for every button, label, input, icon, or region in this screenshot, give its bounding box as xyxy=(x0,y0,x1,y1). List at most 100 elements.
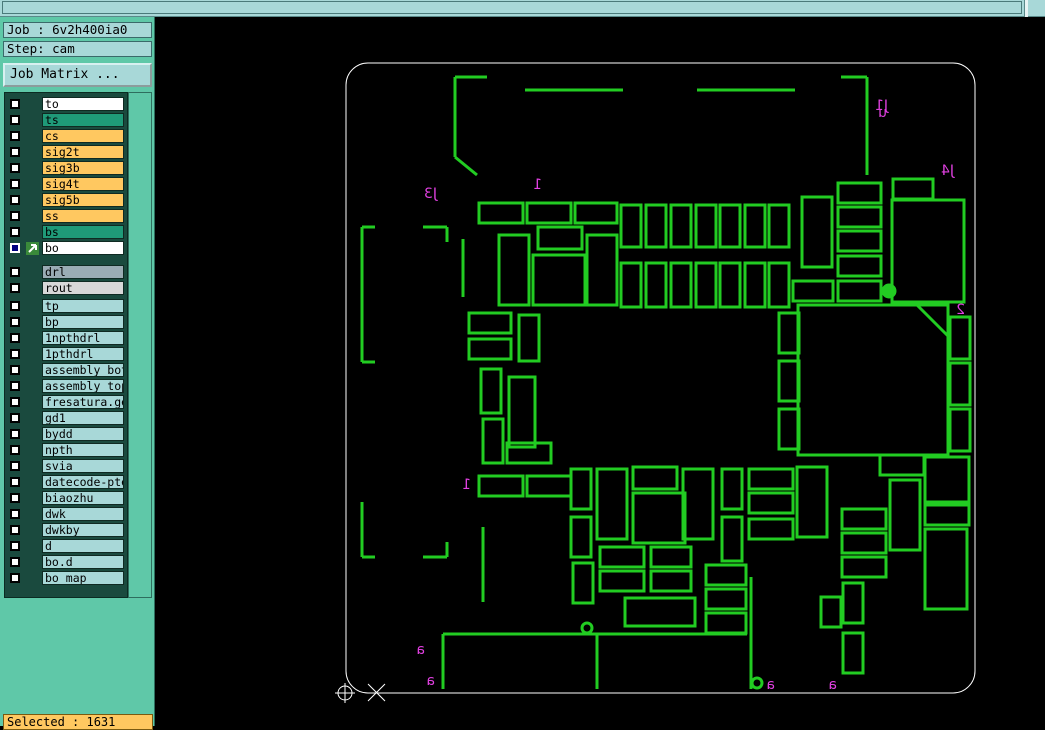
layer-name[interactable]: bp xyxy=(42,315,124,329)
layer-name[interactable]: bo_map xyxy=(42,571,124,585)
layer-name[interactable]: npth xyxy=(42,443,124,457)
layer-row-dwk[interactable]: dwk xyxy=(7,507,127,522)
layer-name[interactable]: bo.d xyxy=(42,555,124,569)
layer-row-sig2t[interactable]: sig2t xyxy=(7,145,127,160)
layer-row-sig3b[interactable]: sig3b xyxy=(7,161,127,176)
layer-name[interactable]: cs xyxy=(42,129,124,143)
top-toolbar xyxy=(0,0,1045,17)
pad-outline xyxy=(644,261,668,309)
layer-name[interactable]: assembly_bot xyxy=(42,363,124,377)
layer-checkbox[interactable] xyxy=(10,557,20,567)
layer-row-npth[interactable]: npth xyxy=(7,443,127,458)
layer-name[interactable]: dwk xyxy=(42,507,124,521)
layer-row-d[interactable]: d xyxy=(7,539,127,554)
layer-checkbox[interactable] xyxy=(10,509,20,519)
job-matrix-button[interactable]: Job Matrix ... xyxy=(3,63,152,87)
pad-outline xyxy=(836,279,883,303)
layer-name[interactable]: 1npthdrl xyxy=(42,331,124,345)
layer-name[interactable]: drl xyxy=(42,265,124,279)
layer-row-sig4t[interactable]: sig4t xyxy=(7,177,127,192)
layer-row-bo-map[interactable]: bo_map xyxy=(7,571,127,586)
layer-row-1npthdrl[interactable]: 1npthdrl xyxy=(7,331,127,346)
layer-name[interactable]: sig4t xyxy=(42,177,124,191)
layer-name[interactable]: sig5b xyxy=(42,193,124,207)
layer-checkbox[interactable] xyxy=(10,413,20,423)
layer-row-sig5b[interactable]: sig5b xyxy=(7,193,127,208)
layer-checkbox[interactable] xyxy=(10,147,20,157)
layer-row-gd1[interactable]: gd1 xyxy=(7,411,127,426)
layer-row-fresatura-ge[interactable]: fresatura.ge xyxy=(7,395,127,410)
layer-row-assembly-bot[interactable]: assembly_bot xyxy=(7,363,127,378)
layer-row-tp[interactable]: tp xyxy=(7,299,127,314)
layer-name[interactable]: bs xyxy=(42,225,124,239)
command-field[interactable] xyxy=(2,1,1022,14)
pad-outline xyxy=(878,453,926,477)
layer-row-bs[interactable]: bs xyxy=(7,225,127,240)
layer-checkbox[interactable] xyxy=(10,317,20,327)
layer-checkbox[interactable] xyxy=(10,195,20,205)
graphics-canvas[interactable]: J1J4J3121aa a au xyxy=(157,17,1045,726)
layer-row-ss[interactable]: ss xyxy=(7,209,127,224)
layer-row-to[interactable]: to xyxy=(7,97,127,112)
layer-name[interactable]: sig3b xyxy=(42,161,124,175)
layer-row-dwkby[interactable]: dwkby xyxy=(7,523,127,538)
layer-list-scroll-area[interactable] xyxy=(128,92,152,598)
layer-row-bydd[interactable]: bydd xyxy=(7,427,127,442)
layer-row-biaozhu[interactable]: biaozhu xyxy=(7,491,127,506)
pad-outline xyxy=(479,367,503,415)
layer-name[interactable]: assembly_top xyxy=(42,379,124,393)
layer-row-1pthdrl[interactable]: 1pthdrl xyxy=(7,347,127,362)
layer-checkbox[interactable] xyxy=(10,573,20,583)
layer-checkbox[interactable] xyxy=(10,333,20,343)
layer-checkbox[interactable] xyxy=(10,115,20,125)
layer-row-bo[interactable]: bo xyxy=(7,241,127,256)
layer-checkbox[interactable] xyxy=(10,365,20,375)
layer-row-bp[interactable]: bp xyxy=(7,315,127,330)
layer-checkbox[interactable] xyxy=(10,267,20,277)
layer-checkbox[interactable] xyxy=(10,461,20,471)
layer-name[interactable]: datecode-pte xyxy=(42,475,124,489)
layer-row-assembly-top[interactable]: assembly_top xyxy=(7,379,127,394)
layer-checkbox[interactable] xyxy=(10,445,20,455)
layer-name[interactable]: ts xyxy=(42,113,124,127)
layer-checkbox[interactable] xyxy=(10,163,20,173)
layer-name[interactable]: bydd xyxy=(42,427,124,441)
layer-name[interactable]: biaozhu xyxy=(42,491,124,505)
layer-checkbox[interactable] xyxy=(10,99,20,109)
layer-name[interactable]: gd1 xyxy=(42,411,124,425)
layer-row-drl[interactable]: drl xyxy=(7,265,127,280)
layer-name[interactable]: sig2t xyxy=(42,145,124,159)
layer-checkbox[interactable] xyxy=(10,477,20,487)
layer-row-datecode-pte[interactable]: datecode-pte xyxy=(7,475,127,490)
layer-checkbox[interactable] xyxy=(10,429,20,439)
layer-name[interactable]: 1pthdrl xyxy=(42,347,124,361)
layer-row-svia[interactable]: svia xyxy=(7,459,127,474)
layer-checkbox[interactable] xyxy=(10,211,20,221)
layer-name[interactable]: fresatura.ge xyxy=(42,395,124,409)
layer-name[interactable]: tp xyxy=(42,299,124,313)
layer-checkbox[interactable] xyxy=(10,525,20,535)
layer-checkbox[interactable] xyxy=(10,541,20,551)
layer-row-bo-d[interactable]: bo.d xyxy=(7,555,127,570)
layer-checkbox[interactable] xyxy=(10,243,20,253)
layer-checkbox[interactable] xyxy=(10,381,20,391)
layer-checkbox[interactable] xyxy=(10,301,20,311)
layer-row-cs[interactable]: cs xyxy=(7,129,127,144)
layer-name[interactable]: dwkby xyxy=(42,523,124,537)
layer-name[interactable]: ss xyxy=(42,209,124,223)
layer-name[interactable]: rout xyxy=(42,281,124,295)
layer-row-rout[interactable]: rout xyxy=(7,281,127,296)
layer-name[interactable]: to xyxy=(42,97,124,111)
layer-name[interactable]: d xyxy=(42,539,124,553)
layer-checkbox[interactable] xyxy=(10,397,20,407)
layer-checkbox[interactable] xyxy=(10,227,20,237)
layer-name[interactable]: svia xyxy=(42,459,124,473)
layer-name[interactable]: bo xyxy=(42,241,124,255)
layer-checkbox[interactable] xyxy=(10,131,20,141)
layer-checkbox[interactable] xyxy=(10,179,20,189)
layer-checkbox[interactable] xyxy=(10,493,20,503)
layer-checkbox[interactable] xyxy=(10,349,20,359)
toolbar-handle[interactable] xyxy=(1024,0,1028,17)
layer-checkbox[interactable] xyxy=(10,283,20,293)
layer-row-ts[interactable]: ts xyxy=(7,113,127,128)
